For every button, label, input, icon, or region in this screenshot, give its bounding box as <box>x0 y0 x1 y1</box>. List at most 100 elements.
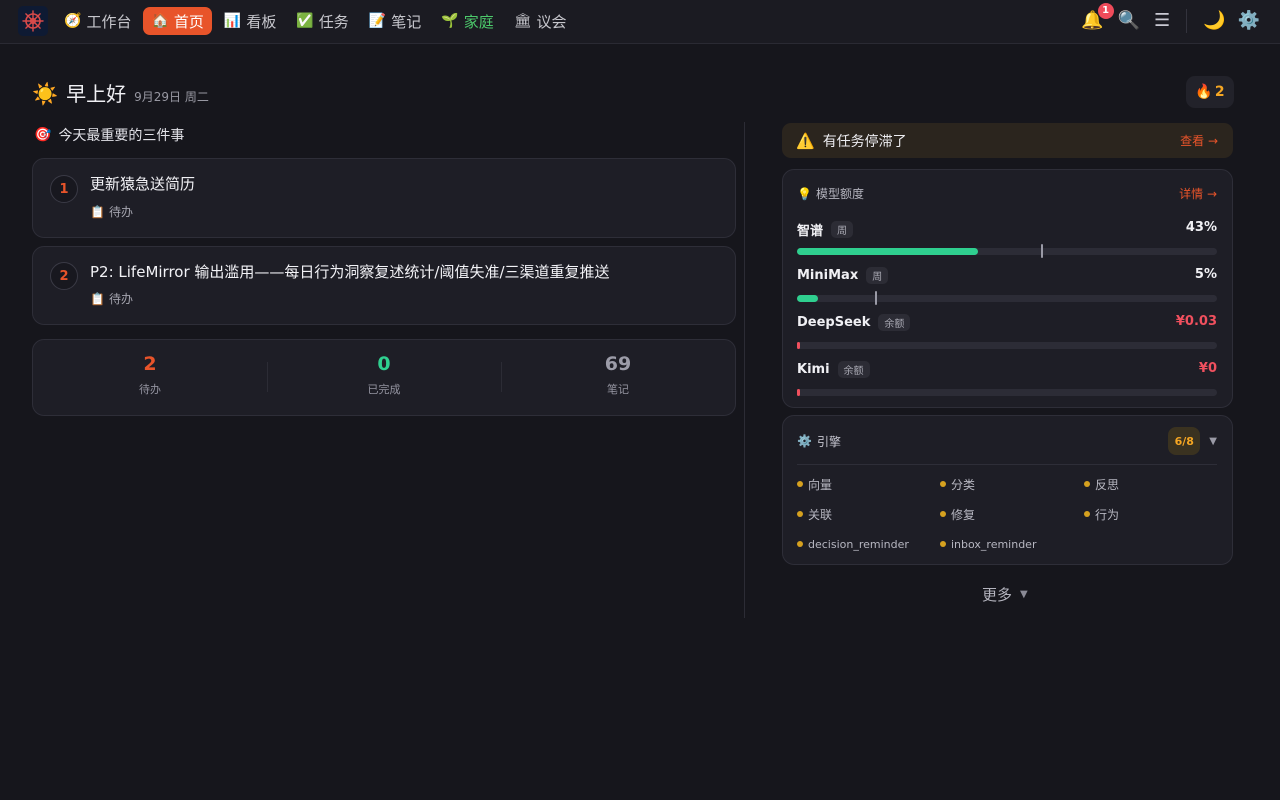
clipboard-icon: 📋 <box>90 291 105 306</box>
engine-divider <box>797 464 1217 465</box>
quota-value: ¥0.03 <box>1175 314 1217 329</box>
quota-bar <box>797 389 1217 396</box>
section-title: 今天最重要的三件事 <box>58 128 185 144</box>
engine-list: 向量 分类 反思 关联 修复 行为 decision_reminder inbo… <box>797 476 1227 552</box>
engine-item: decision_reminder <box>797 536 940 552</box>
engine-title: ⚙️ 引擎 <box>797 433 1168 450</box>
search-button[interactable]: 🔍 <box>1118 9 1140 33</box>
engine-header[interactable]: ⚙️ 引擎 6/8 ▼ <box>797 427 1217 455</box>
quota-bar-fill <box>797 389 800 396</box>
task-card[interactable]: 2 P2: LifeMirror 输出滥用——每日行为洞察复述统计/阈值失准/三… <box>32 246 736 325</box>
nav-item-board[interactable]: 📊 看板 <box>216 7 284 35</box>
sun-icon: ☀️ <box>32 82 59 106</box>
status-dot <box>1084 511 1090 517</box>
engine-count-badge: 6/8 <box>1168 427 1201 455</box>
more-button[interactable]: 更多 ▼ <box>982 584 1028 605</box>
stat-done[interactable]: 0 已完成 <box>267 340 501 415</box>
engine-item: 向量 <box>797 476 940 492</box>
quota-value: 5% <box>1194 267 1217 282</box>
moon-icon: 🌙 <box>1203 10 1226 31</box>
engine-item-label: 反思 <box>1095 477 1120 492</box>
model-name-text: 智谱 <box>797 224 824 239</box>
task-title: 更新猿急送简历 <box>90 175 196 193</box>
task-status: 📋 待办 <box>90 290 133 307</box>
nav-item-tasks[interactable]: ✅ 任务 <box>288 7 356 35</box>
engine-item: 修复 <box>940 506 1084 522</box>
quota-row: Kimi 余额 ¥0 <box>797 361 1217 401</box>
nav-item-label: 工作台 <box>86 12 132 31</box>
quota-title: 💡 模型额度 <box>797 185 1179 202</box>
nav-item-label: 任务 <box>318 12 349 31</box>
model-name-text: MiniMax <box>797 268 859 283</box>
fire-icon: 🔥 <box>1195 84 1213 100</box>
app-logo[interactable] <box>18 6 48 36</box>
quota-bar <box>797 342 1217 349</box>
quota-header: 💡 模型额度 详情 → <box>797 185 1217 202</box>
view-stalled-link[interactable]: 查看 → <box>1180 132 1218 149</box>
status-dot <box>797 541 803 547</box>
chevron-down-icon[interactable]: ▼ <box>1209 436 1217 447</box>
gear-icon: ⚙️ <box>1237 10 1260 31</box>
engine-item-label: 行为 <box>1095 507 1120 522</box>
quota-row: MiniMax 周 5% <box>797 267 1217 307</box>
engine-item: inbox_reminder <box>940 536 1084 552</box>
engine-item: 行为 <box>1084 506 1227 522</box>
status-dot <box>940 481 946 487</box>
quota-details-link[interactable]: 详情 → <box>1179 185 1217 202</box>
nav-divider <box>1186 9 1188 33</box>
greeting: ☀️ 早上好 9月29日 周二 <box>32 78 209 107</box>
alert-text: 有任务停滞了 <box>822 133 907 150</box>
task-card[interactable]: 1 更新猿急送简历 📋 待办 <box>32 158 736 238</box>
menu-button[interactable]: ☰ <box>1154 9 1170 33</box>
target-icon: 🎯 <box>34 127 52 143</box>
notifications-button[interactable]: 🔔 1 <box>1081 3 1114 33</box>
engine-item-label: inbox_reminder <box>951 537 1037 551</box>
seedling-icon: 🌱 <box>441 13 459 29</box>
task-number: 2 <box>50 262 78 290</box>
settings-button[interactable]: ⚙️ <box>1238 9 1260 33</box>
model-name: DeepSeek 余额 <box>797 314 911 331</box>
quota-period-tag: 周 <box>831 221 854 238</box>
task-status-label: 待办 <box>108 292 133 306</box>
model-name: Kimi 余额 <box>797 361 870 378</box>
stat-label: 待办 <box>139 383 161 396</box>
nav-item-label: 看板 <box>246 12 277 31</box>
stat-value: 0 <box>377 353 391 375</box>
quota-title-text: 模型额度 <box>815 187 864 201</box>
quota-value: ¥0 <box>1198 361 1217 376</box>
quota-bar-fill <box>797 295 818 302</box>
engine-item: 反思 <box>1084 476 1227 492</box>
nav-item-home[interactable]: 🏠 首页 <box>143 7 212 35</box>
quota-bar <box>797 244 1217 258</box>
engine-title-text: 引擎 <box>816 434 841 449</box>
quota-row: DeepSeek 余额 ¥0.03 <box>797 314 1217 354</box>
nav-item-workbench[interactable]: 🧭 工作台 <box>56 7 139 35</box>
quota-time-marker <box>1040 244 1043 258</box>
quota-value: 43% <box>1185 220 1217 235</box>
nav-item-notes[interactable]: 📝 笔记 <box>361 7 429 35</box>
model-name-text: DeepSeek <box>797 315 871 330</box>
nav-item-family[interactable]: 🌱 家庭 <box>433 7 501 35</box>
check-icon: ✅ <box>296 13 314 29</box>
task-status-label: 待办 <box>108 205 133 219</box>
top-nav: 🧭 工作台 🏠 首页 📊 看板 ✅ 任务 📝 笔记 🌱 家庭 🏛 议会 🔔 1 … <box>0 0 1280 44</box>
stat-todo[interactable]: 2 待办 <box>33 340 267 415</box>
column-divider <box>744 122 745 618</box>
status-dot <box>797 511 803 517</box>
theme-toggle-button[interactable]: 🌙 <box>1203 9 1225 33</box>
menu-icon: ☰ <box>1154 10 1171 31</box>
streak-badge[interactable]: 🔥 2 <box>1186 76 1234 108</box>
compass-icon: 🧭 <box>64 13 82 29</box>
stat-value: 69 <box>604 353 632 375</box>
quota-row: 智谱 周 43% <box>797 220 1217 260</box>
stat-notes[interactable]: 69 笔记 <box>501 340 735 415</box>
status-dot <box>940 511 946 517</box>
engine-item-label: decision_reminder <box>808 537 909 551</box>
quota-balance-tag: 余额 <box>878 314 911 331</box>
search-icon: 🔍 <box>1117 10 1141 31</box>
stalled-task-alert: ⚠️ 有任务停滞了 查看 → <box>782 123 1233 158</box>
nav-actions: 🔔 1 🔍 ☰ 🌙 ⚙️ <box>1069 3 1260 34</box>
house-icon: 🏠 <box>151 13 169 29</box>
nav-item-council[interactable]: 🏛 议会 <box>506 7 575 35</box>
quota-period-tag: 周 <box>866 267 889 284</box>
